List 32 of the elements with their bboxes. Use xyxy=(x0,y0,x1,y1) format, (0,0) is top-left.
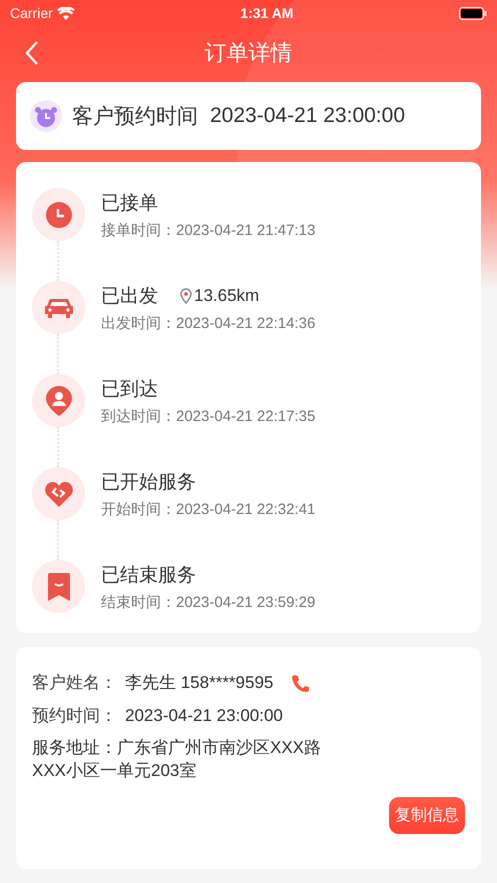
person-pin-icon xyxy=(46,386,72,416)
page-title: 订单详情 xyxy=(204,39,292,67)
step-time: 结束时间：2023-04-21 23:59:29 xyxy=(101,592,316,612)
copy-info-button[interactable]: 复制信息 xyxy=(389,796,465,834)
car-icon xyxy=(44,296,74,318)
step-title: 已接单 xyxy=(101,192,158,216)
appointment-label: 客户预约时间 xyxy=(72,104,198,130)
location-pin-icon xyxy=(180,288,192,304)
step-title: 已开始服务 xyxy=(101,470,196,494)
time-label: 预约时间： xyxy=(32,705,117,727)
step-time: 出发时间：2023-04-21 22:14:36 xyxy=(101,314,316,332)
name-label: 客户姓名： xyxy=(32,672,117,694)
appointment-value: 2023-04-21 23:00:00 xyxy=(125,706,283,726)
heart-icon xyxy=(44,480,72,506)
carrier-name: Carrier xyxy=(10,5,53,21)
step-time: 接单时间：2023-04-21 21:47:13 xyxy=(101,220,316,240)
status-time: 1:31 AM xyxy=(240,5,294,21)
battery-icon xyxy=(458,6,487,20)
alarm-clock-icon xyxy=(30,100,62,132)
wifi-icon xyxy=(56,6,75,20)
distance-text: 13.65km xyxy=(194,286,260,306)
step-time: 开始时间：2023-04-21 22:32:41 xyxy=(101,500,316,518)
bookmark-icon xyxy=(48,572,70,600)
step-title: 已出发 xyxy=(101,284,158,308)
clock-icon xyxy=(46,202,72,228)
step-title: 已到达 xyxy=(101,378,158,402)
service-address: 服务地址：广东省广州市南沙区XXX路XXX小区一单元203室 xyxy=(32,737,322,782)
customer-name: 李先生 158****9595 xyxy=(125,672,274,694)
appointment-time: 2023-04-21 23:00:00 xyxy=(210,104,405,128)
step-title: 已结束服务 xyxy=(101,564,196,588)
phone-icon[interactable] xyxy=(291,674,310,692)
step-time: 到达时间：2023-04-21 22:17:35 xyxy=(101,406,316,426)
